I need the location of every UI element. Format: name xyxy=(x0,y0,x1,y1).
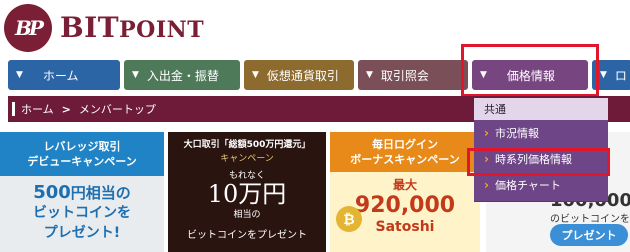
banner-line2: ビットコインを xyxy=(33,205,131,221)
dropdown-header: 共通 xyxy=(474,98,608,120)
nav-trade-label: 仮想通貨取引 xyxy=(266,68,339,83)
banner-large-trade-campaign[interactable]: 大口取引「総額500万円還元」 キャンペーン もれなく 10万円 相当の ビット… xyxy=(168,132,326,252)
banner-title-line1: 毎日ログイン xyxy=(372,138,438,151)
banner-amount-value: 500 xyxy=(33,182,71,203)
caret-down-icon: ▼ xyxy=(252,70,259,80)
logo-name-first: BIT xyxy=(60,11,120,44)
banner-line: のビットコインを xyxy=(550,214,630,225)
banner-amount-suffix: 円相当の xyxy=(70,184,131,202)
breadcrumb-current: メンバートップ xyxy=(78,103,156,116)
breadcrumb-home[interactable]: ホーム xyxy=(21,101,54,117)
banner-max-label: 最大 xyxy=(392,178,417,192)
highlight-box-nav xyxy=(461,44,599,97)
nav-deposit-transfer[interactable]: ▼ 入出金・振替 xyxy=(124,60,240,90)
chevron-right-icon: › xyxy=(484,126,489,140)
banner-daily-login-campaign[interactable]: 毎日ログイン ボーナスキャンペーン 最大 920,000 Satoshi ₿ xyxy=(330,132,480,252)
menu-item-label: 価格チャート xyxy=(494,179,561,192)
caret-down-icon: ▼ xyxy=(16,70,23,80)
nav-home-label: ホーム xyxy=(42,68,79,83)
banner-title: レバレッジ取引 デビューキャンペーン xyxy=(0,132,164,176)
highlight-box-menu-item xyxy=(467,148,610,176)
caret-down-icon: ▼ xyxy=(366,70,373,80)
banner-amount: 500円相当の xyxy=(0,182,164,203)
bitpoint-logo-mark[interactable]: BP xyxy=(4,4,52,52)
menu-item-market-info[interactable]: › 市況情報 xyxy=(474,120,608,146)
caret-down-icon: ▼ xyxy=(600,70,607,80)
banner-title-line2: デビューキャンペーン xyxy=(27,155,137,168)
bitcoin-icon: ₿ xyxy=(336,206,362,232)
banner-big-amount: 10万円 xyxy=(207,180,287,208)
chevron-right-icon: > xyxy=(61,102,71,116)
nav-inquiry-label: 取引照会 xyxy=(380,68,429,83)
banner-title: 大口取引「総額500万円還元」 xyxy=(183,140,311,150)
nav-extra-label: ロ xyxy=(614,68,627,83)
banner-title-line2: ボーナスキャンペーン xyxy=(350,153,460,166)
banner-small-text: 相当の xyxy=(233,210,261,220)
menu-item-label: 市況情報 xyxy=(494,127,539,140)
banner-title-line1: レバレッジ取引 xyxy=(43,140,121,153)
banner-footer-text: ビットコインをプレゼント xyxy=(187,230,307,241)
banner-leverage-campaign[interactable]: レバレッジ取引 デビューキャンペーン 500円相当の ビットコインを プレゼント… xyxy=(0,132,164,252)
nav-deposit-label: 入出金・振替 xyxy=(146,68,219,83)
nav-home[interactable]: ▼ ホーム xyxy=(8,60,120,90)
banner-title: 毎日ログイン ボーナスキャンペーン xyxy=(330,132,480,172)
bitpoint-logo-text[interactable]: BITPOINT xyxy=(60,8,204,48)
banner-present-button: プレゼント xyxy=(550,224,628,246)
breadcrumb-edge xyxy=(12,102,15,116)
banner-line3: プレゼント! xyxy=(43,225,121,241)
nav-crypto-trade[interactable]: ▼ 仮想通貨取引 xyxy=(244,60,354,90)
chevron-right-icon: › xyxy=(484,178,489,192)
logo-name-rest: POINT xyxy=(119,17,205,43)
banner-subtitle: キャンペーン xyxy=(220,154,274,164)
caret-down-icon: ▼ xyxy=(132,70,139,80)
nav-trade-inquiry[interactable]: ▼ 取引照会 xyxy=(358,60,468,90)
